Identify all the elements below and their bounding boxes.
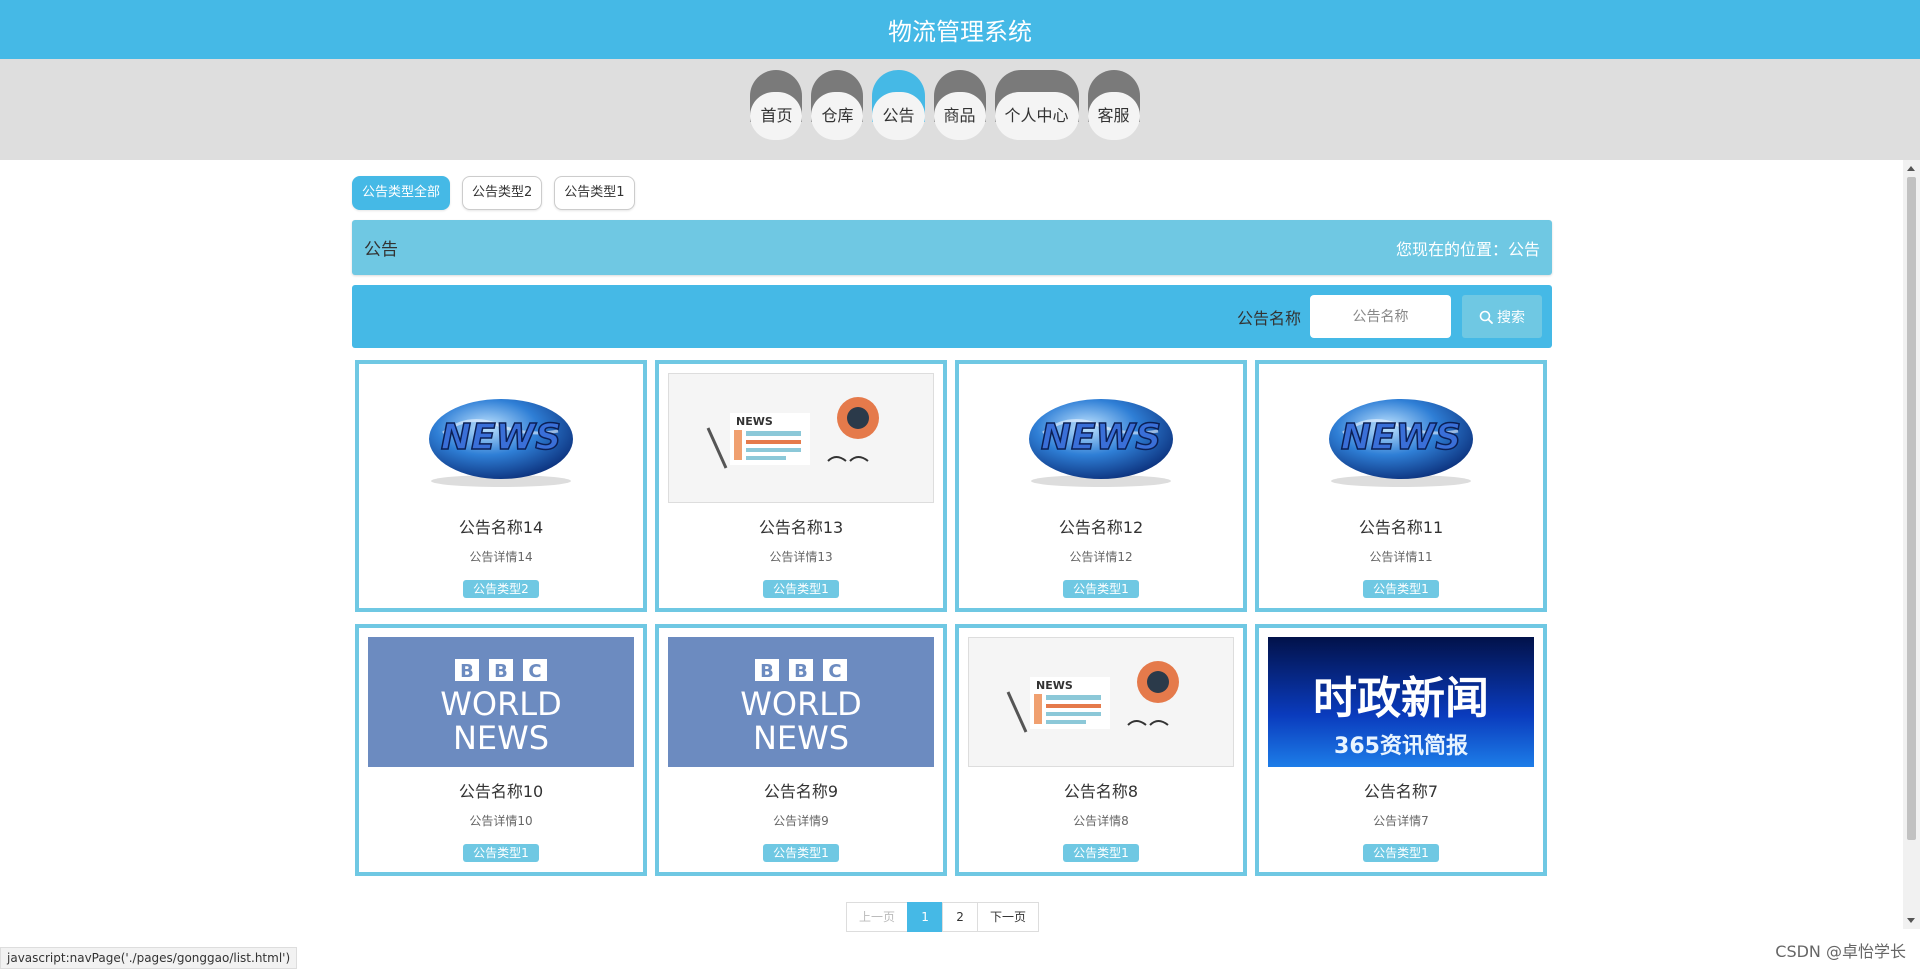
main-content: 公告类型全部公告类型2公告类型1 公告 您现在的位置：公告 公告名称 搜索 NE… — [352, 175, 1552, 876]
pagination: 上一页 1 2 下一页 — [846, 902, 1040, 932]
svg-text:NEWS: NEWS — [753, 719, 849, 757]
search-input[interactable] — [1310, 295, 1451, 338]
notice-type-badge: 公告类型1 — [1063, 580, 1139, 598]
svg-text:NEWS: NEWS — [1036, 679, 1073, 692]
app-header: 物流管理系统 — [0, 0, 1920, 59]
watermark: CSDN @卓怡学长 — [1775, 942, 1906, 961]
notice-card[interactable]: NEWS 公告名称11 公告详情11 公告类型1 — [1255, 360, 1547, 612]
nav-item[interactable]: 商品 — [933, 70, 986, 141]
svg-text:NEWS: NEWS — [453, 719, 549, 757]
notice-type-badge: 公告类型1 — [1063, 844, 1139, 862]
notice-grid: NEWS 公告名称14 公告详情14 公告类型2 NEWS 公告名称13 公告详情13… — [352, 360, 1552, 876]
notice-detail: 公告详情14 — [469, 550, 533, 564]
notice-detail: 公告详情10 — [469, 814, 533, 828]
nav-item[interactable]: 客服 — [1087, 70, 1140, 141]
notice-detail: 公告详情13 — [769, 550, 833, 564]
svg-text:B: B — [794, 661, 808, 682]
nav-item[interactable]: 公告 — [872, 70, 925, 141]
notice-name[interactable]: 公告名称7 — [1259, 778, 1543, 802]
scroll-up-icon[interactable] — [1907, 166, 1915, 171]
search-bar: 公告名称 搜索 — [352, 285, 1552, 348]
nav-list: 首页 仓库 公告 商品 个人中心 客服 — [0, 70, 1920, 141]
app-title: 物流管理系统 — [888, 18, 1032, 46]
breadcrumb: 公告 您现在的位置：公告 — [352, 220, 1552, 275]
svg-text:NEWS: NEWS — [1341, 417, 1461, 458]
scroll-down-icon[interactable] — [1907, 918, 1915, 923]
notice-image[interactable]: NEWS — [968, 373, 1234, 503]
svg-text:NEWS: NEWS — [1041, 417, 1161, 458]
nav-item-label: 客服 — [1097, 106, 1130, 125]
svg-text:B: B — [760, 661, 774, 682]
nav-item-label: 商品 — [943, 106, 976, 125]
notice-type-badge: 公告类型1 — [463, 844, 539, 862]
page-number-button[interactable]: 1 — [907, 902, 944, 932]
notice-detail: 公告详情9 — [773, 814, 829, 828]
nav-item[interactable]: 首页 — [750, 70, 803, 141]
svg-text:365资讯简报: 365资讯简报 — [1334, 733, 1468, 759]
notice-type-badge: 公告类型1 — [1363, 844, 1439, 862]
nav-item-label: 首页 — [760, 106, 793, 125]
page-number-button[interactable]: 2 — [942, 902, 979, 932]
next-page-button[interactable]: 下一页 — [977, 902, 1040, 932]
type-filter-tabs: 公告类型全部 公告类型2 公告类型1 — [352, 175, 1552, 211]
notice-type-badge: 公告类型2 — [463, 580, 539, 598]
notice-card[interactable]: NEWS 公告名称8 公告详情8 公告类型1 — [955, 624, 1247, 876]
notice-name[interactable]: 公告名称9 — [659, 778, 943, 802]
notice-detail: 公告详情11 — [1369, 550, 1433, 564]
nav-item[interactable]: 个人中心 — [994, 70, 1079, 141]
nav-item[interactable]: 仓库 — [811, 70, 864, 141]
nav-item-label: 公告 — [882, 106, 915, 125]
notice-detail: 公告详情8 — [1073, 814, 1129, 828]
notice-name[interactable]: 公告名称12 — [959, 514, 1243, 538]
search-label: 公告名称 — [1236, 308, 1301, 328]
notice-image[interactable]: B B C WORLD NEWS — [368, 637, 634, 767]
notice-type-badge: 公告类型1 — [763, 580, 839, 598]
svg-text:B: B — [460, 661, 474, 682]
section-title: 公告 — [364, 240, 398, 260]
search-icon — [1479, 310, 1493, 324]
notice-detail: 公告详情12 — [1069, 550, 1133, 564]
svg-text:C: C — [528, 661, 541, 682]
notice-image[interactable]: NEWS — [968, 637, 1234, 767]
notice-image[interactable]: 时政新闻 365资讯简报 — [1268, 637, 1534, 767]
filter-tab[interactable]: 公告类型全部 — [352, 176, 451, 210]
location-text: 您现在的位置：公告 — [1395, 239, 1540, 259]
notice-card[interactable]: NEWS 公告名称14 公告详情14 公告类型2 — [355, 360, 647, 612]
notice-detail: 公告详情7 — [1373, 814, 1429, 828]
notice-name[interactable]: 公告名称11 — [1259, 514, 1543, 538]
notice-name[interactable]: 公告名称10 — [359, 778, 643, 802]
svg-text:WORLD: WORLD — [440, 685, 562, 723]
notice-card[interactable]: 时政新闻 365资讯简报 公告名称7 公告详情7 公告类型1 — [1255, 624, 1547, 876]
notice-type-badge: 公告类型1 — [1363, 580, 1439, 598]
search-button-label: 搜索 — [1497, 309, 1525, 326]
notice-image[interactable]: NEWS — [668, 373, 934, 503]
vertical-scrollbar[interactable] — [1903, 160, 1920, 929]
svg-text:WORLD: WORLD — [740, 685, 862, 723]
svg-text:B: B — [494, 661, 508, 682]
notice-type-badge: 公告类型1 — [763, 844, 839, 862]
notice-card[interactable]: B B C WORLD NEWS 公告名称9 公告详情9 公告类型1 — [655, 624, 947, 876]
scroll-thumb[interactable] — [1907, 177, 1916, 840]
nav-item-label: 仓库 — [821, 106, 854, 125]
filter-tab[interactable]: 公告类型2 — [462, 176, 543, 210]
prev-page-button[interactable]: 上一页 — [846, 902, 909, 932]
notice-card[interactable]: NEWS 公告名称13 公告详情13 公告类型1 — [655, 360, 947, 612]
svg-text:NEWS: NEWS — [736, 415, 773, 428]
notice-image[interactable]: NEWS — [368, 373, 634, 503]
nav-item-label: 个人中心 — [1004, 106, 1069, 125]
search-button[interactable]: 搜索 — [1462, 295, 1542, 338]
filter-tab[interactable]: 公告类型1 — [554, 176, 635, 210]
svg-text:时政新闻: 时政新闻 — [1313, 673, 1489, 724]
svg-text:NEWS: NEWS — [441, 417, 561, 458]
notice-name[interactable]: 公告名称8 — [959, 778, 1243, 802]
notice-card[interactable]: B B C WORLD NEWS 公告名称10 公告详情10 公告类型1 — [355, 624, 647, 876]
notice-name[interactable]: 公告名称14 — [359, 514, 643, 538]
main-nav: 首页 仓库 公告 商品 个人中心 客服 — [0, 59, 1920, 160]
notice-image[interactable]: B B C WORLD NEWS — [668, 637, 934, 767]
notice-name[interactable]: 公告名称13 — [659, 514, 943, 538]
status-bar: javascript:navPage('./pages/gonggao/list… — [0, 947, 298, 969]
notice-card[interactable]: NEWS 公告名称12 公告详情12 公告类型1 — [955, 360, 1247, 612]
notice-image[interactable]: NEWS — [1268, 373, 1534, 503]
svg-text:C: C — [828, 661, 841, 682]
